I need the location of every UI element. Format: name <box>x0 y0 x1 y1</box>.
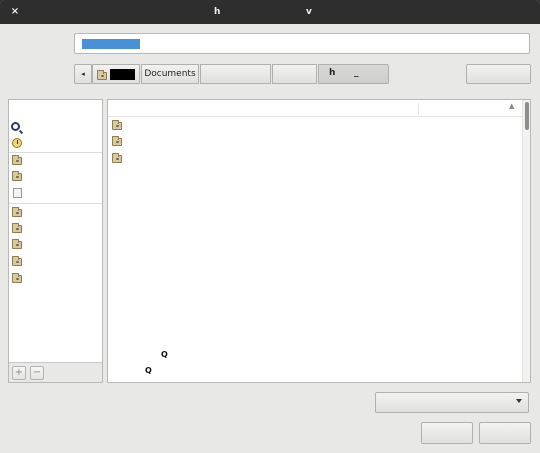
title-bar: × h v <box>0 0 540 24</box>
file-name-input[interactable] <box>74 33 530 54</box>
sidebar-item-folder[interactable] <box>9 238 102 252</box>
places-sidebar: + − <box>8 99 103 383</box>
scrollbar-thumb[interactable] <box>525 102 529 130</box>
file-type-filter-dropdown[interactable] <box>375 392 529 413</box>
sidebar-item-folder[interactable] <box>9 206 102 220</box>
path-segment-button[interactable] <box>200 64 271 84</box>
home-label-redacted <box>110 69 135 80</box>
search-icon <box>11 122 20 131</box>
file-list-text: Q <box>161 350 168 359</box>
column-separator[interactable] <box>418 103 419 115</box>
document-icon <box>13 188 22 198</box>
recent-icon <box>12 138 22 148</box>
sidebar-item-folder[interactable] <box>9 255 102 269</box>
folder-icon <box>12 239 22 249</box>
sidebar-divider <box>9 152 102 153</box>
sidebar-item-folder[interactable] <box>9 154 102 168</box>
cancel-button[interactable] <box>421 422 473 444</box>
sort-arrow-icon[interactable]: ▲ <box>509 102 514 110</box>
sidebar-item-recent[interactable] <box>9 136 102 150</box>
file-chooser-dialog: × h v ◂ Documents h _ + − ▲ Q Q <box>0 0 540 453</box>
home-folder-icon <box>97 70 107 80</box>
sidebar-toolbar: + − <box>9 362 102 382</box>
folder-icon <box>12 171 22 181</box>
file-list[interactable]: ▲ Q Q <box>107 99 531 383</box>
folder-icon <box>112 153 122 163</box>
window-title-part-2: v <box>306 7 312 17</box>
list-item[interactable] <box>108 134 522 150</box>
folder-icon <box>12 207 22 217</box>
folder-icon <box>12 256 22 266</box>
chevron-down-icon <box>516 399 522 403</box>
sidebar-item-search[interactable] <box>9 120 102 134</box>
sidebar-item-folder[interactable] <box>9 170 102 184</box>
path-current-button[interactable]: h _ <box>318 64 389 84</box>
file-list-text: Q <box>145 366 152 375</box>
name-selection-highlight <box>82 39 140 49</box>
sidebar-item-document[interactable] <box>9 186 102 200</box>
add-bookmark-button[interactable]: + <box>12 366 26 380</box>
close-icon[interactable]: × <box>9 6 21 18</box>
path-home-button[interactable] <box>92 64 140 84</box>
folder-icon <box>112 136 122 146</box>
file-list-header[interactable]: ▲ <box>108 100 522 117</box>
path-documents-button[interactable]: Documents <box>141 64 199 84</box>
save-button[interactable] <box>479 422 531 444</box>
path-current-label: h <box>329 68 336 78</box>
window-title-part-1: h <box>214 7 221 17</box>
path-segment-button[interactable] <box>272 64 317 84</box>
path-back-button[interactable]: ◂ <box>74 64 92 84</box>
sidebar-item-folder[interactable] <box>9 222 102 236</box>
folder-icon <box>12 273 22 283</box>
folder-icon <box>12 223 22 233</box>
path-current-label-suffix: _ <box>354 68 359 78</box>
remove-bookmark-button[interactable]: − <box>30 366 44 380</box>
create-folder-button[interactable] <box>466 64 531 84</box>
sidebar-item-folder[interactable] <box>9 272 102 286</box>
folder-icon <box>12 155 22 165</box>
sidebar-divider <box>9 203 102 204</box>
list-item[interactable] <box>108 151 522 167</box>
file-list-scrollbar[interactable] <box>522 100 530 382</box>
list-item[interactable] <box>108 118 522 134</box>
chevron-left-icon: ◂ <box>81 70 85 78</box>
folder-icon <box>112 120 122 130</box>
